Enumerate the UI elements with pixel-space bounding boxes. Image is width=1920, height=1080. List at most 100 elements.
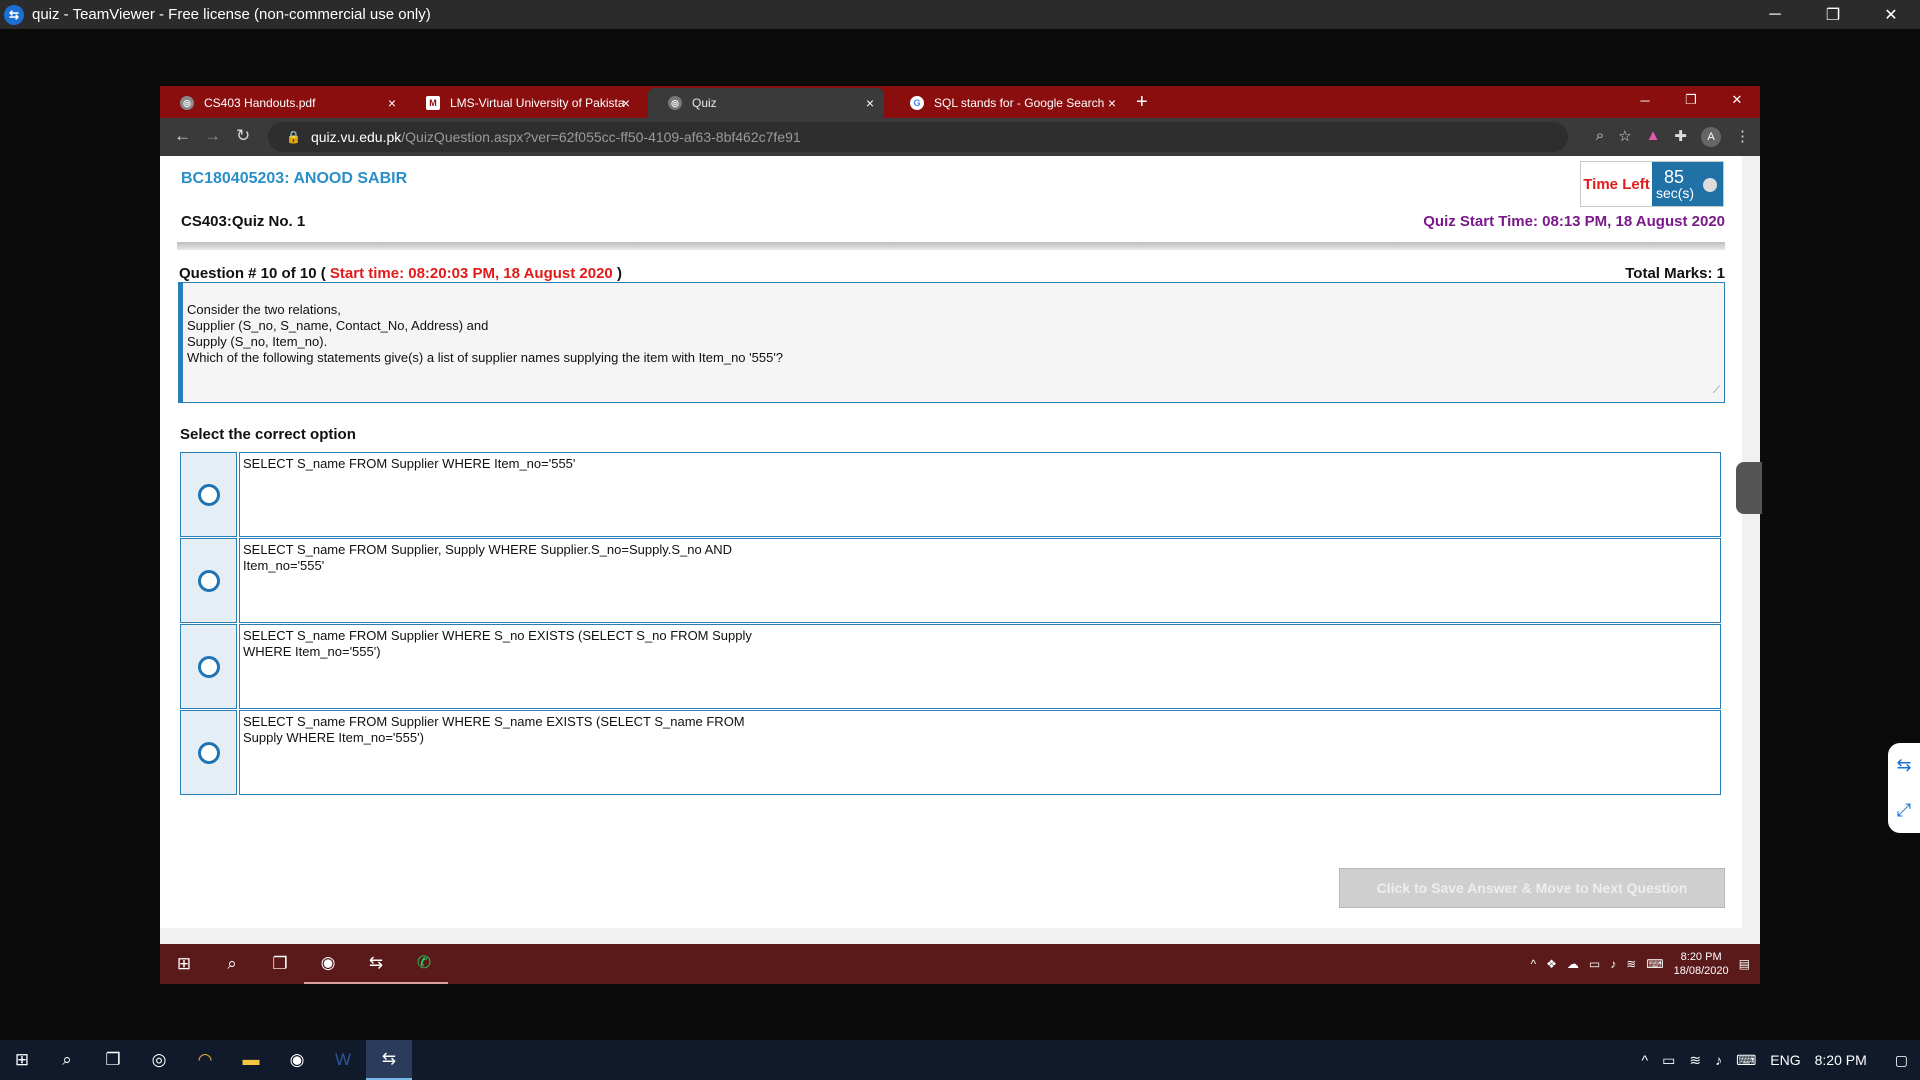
save-next-button[interactable]: Click to Save Answer & Move to Next Ques… (1339, 868, 1725, 908)
option-radio-1[interactable] (197, 483, 220, 506)
browser-close-button[interactable]: ✕ (1714, 86, 1760, 114)
tab-lms[interactable]: M LMS-Virtual University of Pakista × (406, 88, 640, 118)
option-text-area[interactable]: SELECT S_name FROM Supplier, Supply WHER… (239, 538, 1721, 623)
time-left-widget: Time Left 85 sec(s) (1580, 161, 1724, 207)
extensions-puzzle-icon[interactable]: ✚ (1674, 127, 1687, 147)
forward-icon[interactable]: → (204, 126, 221, 146)
volume-icon[interactable]: ♪ (1715, 1052, 1722, 1068)
tab-close-icon[interactable]: × (1108, 95, 1116, 111)
keyboard-icon[interactable]: ⌨ (1736, 1052, 1756, 1069)
option-radio-4[interactable] (197, 741, 220, 764)
teamviewer-side-handle[interactable] (1736, 462, 1762, 514)
google-icon: G (910, 96, 924, 110)
notification-icon[interactable]: ▤ (1739, 957, 1750, 971)
option-radio-2[interactable] (197, 569, 220, 592)
word-icon[interactable]: W (320, 1040, 366, 1080)
restore-button[interactable]: ❐ (1804, 0, 1862, 29)
resize-grip-icon[interactable]: ⟋ (1713, 383, 1720, 399)
tab-close-icon[interactable]: × (866, 95, 874, 111)
question-text-area[interactable]: Consider the two relations, Supplier (S_… (178, 282, 1725, 403)
timer-ring-icon (1703, 178, 1717, 192)
onedrive-icon[interactable]: ☁ (1567, 957, 1579, 971)
time-left-number: 85 (1663, 166, 1684, 187)
time-left-unit: sec(s) (1655, 184, 1695, 201)
time-left-label: Time Left (1581, 162, 1652, 206)
teamviewer-logo-icon: ⇆ (4, 4, 24, 25)
remote-clock[interactable]: 8:20 PM 18/08/2020 (1674, 950, 1729, 978)
search-icon[interactable]: ⌕ (44, 1040, 90, 1080)
tab-handouts[interactable]: ◎ CS403 Handouts.pdf × (160, 88, 406, 118)
chrome-icon[interactable]: ◉ (304, 944, 352, 984)
profile-avatar[interactable]: A (1701, 127, 1721, 147)
dropbox-icon[interactable]: ❖ (1546, 957, 1557, 971)
tab-close-icon[interactable]: × (622, 95, 630, 111)
option-text-1: SELECT S_name FROM Supplier WHERE Item_n… (243, 456, 576, 471)
option-text-area[interactable]: SELECT S_name FROM Supplier WHERE S_name… (239, 710, 1721, 795)
option-text-2: SELECT S_name FROM Supplier, Supply WHER… (243, 542, 733, 573)
task-view-icon[interactable]: ❐ (90, 1040, 136, 1080)
browser-window-controls: ─ ❐ ✕ (1622, 86, 1760, 114)
header-divider (177, 242, 1725, 250)
wifi-icon[interactable]: ≋ (1626, 957, 1636, 971)
extension-icon[interactable]: ▲ (1646, 127, 1661, 147)
wifi-icon[interactable]: ≋ (1689, 1052, 1701, 1069)
keyboard-icon[interactable]: ⌨ (1646, 957, 1663, 971)
fullscreen-icon[interactable]: ⤢ (1897, 800, 1911, 821)
option-text-area[interactable]: SELECT S_name FROM Supplier WHERE Item_n… (239, 452, 1721, 537)
tab-quiz[interactable]: ◎ Quiz × (648, 88, 884, 118)
whatsapp-icon[interactable]: ✆ (400, 944, 448, 984)
close-button[interactable]: ✕ (1862, 0, 1920, 29)
question-number: Question # 10 of 10 ( (179, 265, 326, 282)
remote-clock-date: 18/08/2020 (1673, 965, 1729, 977)
search-icon[interactable]: ⌕ (208, 944, 256, 984)
start-windows-icon[interactable]: ⊞ (160, 944, 208, 984)
vertical-scrollbar[interactable] (1742, 156, 1760, 928)
total-marks: Total Marks: 1 (1625, 265, 1725, 282)
browser-restore-button[interactable]: ❐ (1668, 86, 1714, 114)
file-explorer-icon[interactable]: ▬ (228, 1040, 274, 1080)
volume-icon[interactable]: ♪ (1610, 957, 1616, 971)
chrome-icon[interactable]: ◉ (274, 1040, 320, 1080)
battery-icon[interactable]: ▭ (1589, 957, 1600, 971)
browser-tab-strip: ◎ CS403 Handouts.pdf × M LMS-Virtual Uni… (160, 86, 1760, 118)
bookmark-star-icon[interactable]: ☆ (1618, 127, 1631, 147)
tray-chevron-icon[interactable]: ^ (1642, 1052, 1649, 1068)
question-text: Consider the two relations, Supplier (S_… (187, 302, 784, 365)
media-icon[interactable]: ◎ (136, 1040, 182, 1080)
option-radio-cell[interactable] (180, 538, 237, 623)
option-radio-cell[interactable] (180, 710, 237, 795)
option-radio-cell[interactable] (180, 452, 237, 537)
action-center-icon[interactable]: ▢ (1895, 1052, 1908, 1069)
option-text-area[interactable]: SELECT S_name FROM Supplier WHERE S_no E… (239, 624, 1721, 709)
back-icon[interactable]: ← (174, 126, 191, 146)
remote-screen: ◎ CS403 Handouts.pdf × M LMS-Virtual Uni… (160, 86, 1760, 984)
new-tab-button[interactable]: + (1136, 91, 1148, 114)
speedometer-icon[interactable]: ◠ (182, 1040, 228, 1080)
address-bar[interactable]: 🔒 quiz.vu.edu.pk /QuizQuestion.aspx?ver=… (268, 122, 1568, 152)
reload-icon[interactable]: ↻ (236, 126, 250, 146)
quiz-page: BC180405203: ANOOD SABIR Time Left 85 se… (160, 156, 1742, 928)
task-view-icon[interactable]: ❐ (256, 944, 304, 984)
menu-kebab-icon[interactable]: ⋮ (1735, 127, 1750, 147)
teamviewer-side-panel: ⇆ ⤢ (1888, 743, 1920, 833)
option-radio-3[interactable] (197, 655, 220, 678)
language-indicator[interactable]: ENG (1770, 1052, 1800, 1068)
teamviewer-icon[interactable]: ⇆ (352, 944, 400, 984)
start-windows-icon[interactable]: ⊞ (0, 1040, 44, 1080)
tab-google-search[interactable]: G SQL stands for - Google Search × (890, 88, 1126, 118)
local-clock[interactable]: 8:20 PM (1815, 1052, 1867, 1068)
teamviewer-panel-icon[interactable]: ⇆ (1896, 755, 1911, 776)
question-start-time: Start time: 08:20:03 PM, 18 August 2020 (325, 265, 617, 282)
browser-minimize-button[interactable]: ─ (1622, 86, 1668, 114)
horizontal-scrollbar[interactable] (160, 928, 1760, 944)
battery-icon[interactable]: ▭ (1662, 1052, 1675, 1069)
quiz-name: CS403:Quiz No. 1 (181, 213, 306, 230)
zoom-icon[interactable]: ⌕ (1596, 127, 1604, 147)
option-4: SELECT S_name FROM Supplier WHERE S_name… (180, 710, 1721, 795)
url-host: quiz.vu.edu.pk (310, 129, 402, 145)
tray-chevron-icon[interactable]: ^ (1530, 957, 1536, 971)
option-radio-cell[interactable] (180, 624, 237, 709)
teamviewer-icon[interactable]: ⇆ (366, 1040, 412, 1080)
tab-close-icon[interactable]: × (388, 95, 396, 111)
minimize-button[interactable]: ─ (1746, 0, 1804, 29)
